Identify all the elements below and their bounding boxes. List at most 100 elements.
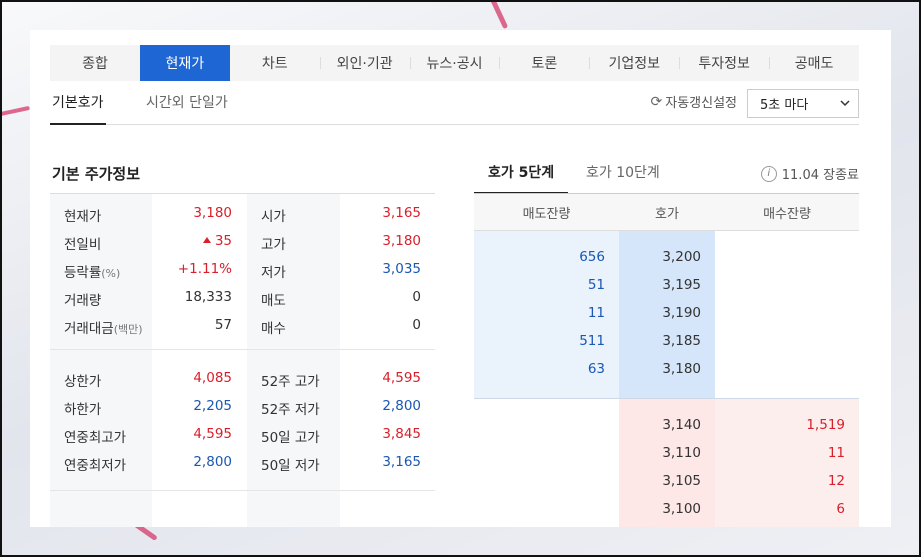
bid-price: 3,105 [662, 473, 701, 489]
ask-volume-column: 656 51 11 511 63 [474, 231, 619, 398]
empty-bid-column [715, 231, 859, 398]
info-icon[interactable]: i [760, 165, 777, 182]
stock-panel: 종합 현재가 차트 외인·기관 뉴스·공시 토론 기업정보 투자정보 공매도 기… [30, 30, 891, 527]
label-lower-limit: 하한가 [64, 402, 102, 418]
tab-news[interactable]: 뉴스·공시 [409, 45, 500, 81]
sub-tabs: 기본호가 시간외 단일가 ⟳ 자동갱신설정 5초 마다 [50, 88, 859, 125]
value-upper-limit: 4,085 [193, 370, 232, 386]
section-title: 기본 주가정보 [52, 165, 141, 183]
value-52w-low: 2,800 [382, 398, 421, 414]
bid-volume: 11 [827, 445, 845, 461]
orderbook-table: 매도잔량 호가 매수잔량 656 51 11 511 63 3,200 3,19… [474, 193, 859, 527]
label-current-price: 현재가 [64, 209, 102, 225]
refresh-label: 자동갱신설정 [665, 96, 737, 111]
tab-current-price[interactable]: 현재가 [139, 45, 230, 81]
chevron-down-icon [840, 100, 850, 107]
price-info-block-cut [50, 491, 435, 527]
interval-value: 5초 마다 [760, 98, 809, 113]
value-year-low: 2,800 [193, 454, 232, 470]
label-volume: 거래량 [64, 293, 102, 309]
orderbook-header: 매도잔량 호가 매수잔량 [474, 194, 859, 231]
table-row: 상한가 4,085 52주 고가 4,595 [50, 364, 435, 392]
table-row: 전일비 35 고가 3,180 [50, 227, 435, 255]
value-open: 3,165 [382, 205, 421, 221]
bid-price: 3,110 [662, 445, 701, 461]
value-low: 3,035 [382, 261, 421, 277]
price-info-table: 현재가 3,180 시가 3,165 전일비 35 고가 3,180 등락률(%… [50, 193, 435, 527]
bid-price: 3,100 [662, 501, 701, 517]
ask-price: 3,185 [662, 333, 701, 349]
tab-short-selling[interactable]: 공매도 [769, 45, 859, 81]
label-50d-high: 50일 고가 [261, 430, 320, 446]
ask-volume: 51 [587, 277, 605, 293]
price-info-block: 현재가 3,180 시가 3,165 전일비 35 고가 3,180 등락률(%… [50, 194, 435, 350]
value-year-high: 4,595 [193, 426, 232, 442]
value-trade-value: 57 [214, 317, 232, 333]
label-trade-value: 거래대금(백만) [64, 321, 143, 337]
value-52w-high: 4,595 [382, 370, 421, 386]
ask-volume: 11 [587, 305, 605, 321]
table-row: 연중최고가 4,595 50일 고가 3,845 [50, 420, 435, 448]
bid-volume: 6 [836, 501, 845, 517]
ask-price: 3,190 [662, 305, 701, 321]
tab-chart[interactable]: 차트 [230, 45, 320, 81]
ask-price: 3,180 [662, 361, 701, 377]
price-range-block: 상한가 4,085 52주 고가 4,595 하한가 2,205 52주 저가 … [50, 350, 435, 491]
value-lower-limit: 2,205 [193, 398, 232, 414]
bid-price: 3,140 [662, 417, 701, 433]
table-row: 거래대금(백만) 57 매수 0 [50, 311, 435, 339]
value-change: 35 [202, 233, 232, 249]
value-50d-low: 3,165 [382, 454, 421, 470]
table-row: 연중최저가 2,800 50일 저가 3,165 [50, 448, 435, 476]
ask-volume: 511 [579, 333, 605, 349]
table-row: 하한가 2,205 52주 저가 2,800 [50, 392, 435, 420]
header-bid-volume: 매수잔량 [763, 206, 811, 222]
main-tabs: 종합 현재가 차트 외인·기관 뉴스·공시 토론 기업정보 투자정보 공매도 [50, 45, 859, 81]
bid-volume-column: 1,519 11 12 6 [715, 399, 859, 527]
ask-volume: 63 [587, 361, 605, 377]
ask-price-column: 3,200 3,195 3,190 3,185 3,180 [619, 231, 715, 398]
label-low: 저가 [261, 265, 286, 281]
value-high: 3,180 [382, 233, 421, 249]
market-status: i 11.04 장종료 [760, 164, 859, 183]
tab-foreign-institution[interactable]: 외인·기관 [319, 45, 410, 81]
tab-hoga-10[interactable]: 호가 10단계 [586, 158, 660, 194]
interval-select[interactable]: 5초 마다 [747, 89, 859, 118]
label-52w-low: 52주 저가 [261, 402, 320, 418]
tab-hoga-5[interactable]: 호가 5단계 [474, 158, 569, 194]
value-change-rate: +1.11% [177, 261, 232, 277]
label-change-rate: 등락률(%) [64, 265, 121, 281]
tab-summary[interactable]: 종합 [50, 45, 140, 81]
table-row: 현재가 3,180 시가 3,165 [50, 199, 435, 227]
bid-price-column: 3,140 3,110 3,105 3,100 [619, 399, 715, 527]
subtab-after-hours[interactable]: 시간외 단일가 [146, 88, 228, 125]
tab-investment-info[interactable]: 투자정보 [679, 45, 769, 81]
label-sell: 매도 [261, 293, 286, 309]
tab-discussion[interactable]: 토론 [499, 45, 589, 81]
value-buy: 0 [412, 317, 421, 333]
table-row: 등락률(%) +1.11% 저가 3,035 [50, 255, 435, 283]
tab-company-info[interactable]: 기업정보 [589, 45, 679, 81]
subtab-basic-quote[interactable]: 기본호가 [50, 88, 106, 125]
value-current-price: 3,180 [193, 205, 232, 221]
market-closed-text: 11.04 장종료 [781, 168, 859, 183]
bid-volume: 1,519 [806, 417, 845, 433]
header-price: 호가 [655, 206, 679, 222]
label-50d-low: 50일 저가 [261, 458, 320, 474]
bid-volume: 12 [827, 473, 845, 489]
label-upper-limit: 상한가 [64, 374, 102, 390]
refresh-icon: ⟳ [650, 93, 663, 110]
label-high: 고가 [261, 237, 286, 253]
header-ask-volume: 매도잔량 [522, 206, 571, 222]
ask-price: 3,195 [662, 277, 701, 293]
orderbook-asks: 656 51 11 511 63 3,200 3,195 3,190 3,185… [474, 231, 859, 399]
orderbook-bids: 3,140 3,110 3,105 3,100 1,519 11 12 6 [474, 399, 859, 527]
up-triangle-icon [202, 237, 211, 243]
label-buy: 매수 [261, 321, 286, 337]
ask-price: 3,200 [662, 249, 701, 265]
value-sell: 0 [412, 289, 421, 305]
value-50d-high: 3,845 [382, 426, 421, 442]
value-volume: 18,333 [184, 289, 232, 305]
orderbook-tabs: 호가 5단계 호가 10단계 i 11.04 장종료 [474, 158, 859, 194]
auto-refresh-setting[interactable]: ⟳ 자동갱신설정 [650, 92, 738, 112]
